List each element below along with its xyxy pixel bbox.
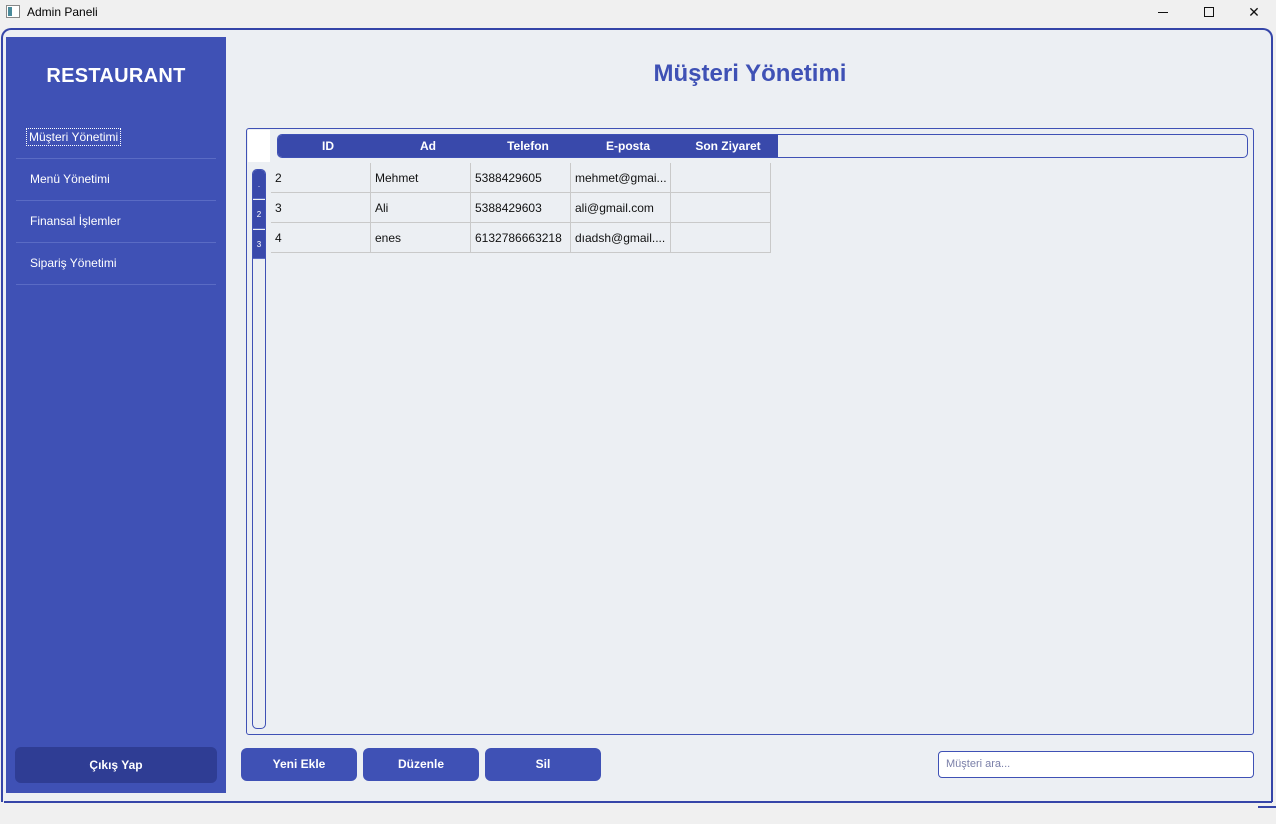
cell-son-ziyaret[interactable] [671,163,771,193]
sidebar: RESTAURANT Müşteri Yönetimi Menü Yönetim… [6,37,226,793]
table-corner-button[interactable] [248,130,270,162]
table-row[interactable]: 4 enes 6132786663218 dıadsh@gmail.... [271,223,772,253]
table-row[interactable]: 2 Mehmet 5388429605 mehmet@gmai... [271,163,772,193]
cell-id[interactable]: 3 [271,193,371,223]
column-header-eposta[interactable]: E-posta [578,135,678,157]
sidebar-item-menu-yonetimi[interactable]: Menü Yönetimi [16,159,216,201]
cell-ad[interactable]: Mehmet [371,163,471,193]
cell-ad[interactable]: Ali [371,193,471,223]
search-input[interactable]: Müşteri ara... [938,751,1254,778]
title-bar: Admin Paneli ✕ [0,0,1276,26]
cell-id[interactable]: 2 [271,163,371,193]
sidebar-item-finansal-islemler[interactable]: Finansal İşlemler [16,201,216,243]
maximize-button[interactable] [1186,0,1232,26]
logout-button[interactable]: Çıkış Yap [15,747,217,783]
minimize-button[interactable] [1140,0,1186,26]
table-header: ID Ad Telefon E-posta Son Ziyaret [277,134,1248,158]
page-title: Müşteri Yönetimi [653,60,847,87]
cell-telefon[interactable]: 5388429603 [471,193,571,223]
frame-bottom-border [4,801,1272,803]
cell-id[interactable]: 4 [271,223,371,253]
row-header[interactable]: 3 [253,230,265,259]
column-header-telefon[interactable]: Telefon [478,135,578,157]
row-header[interactable]: 2 [253,200,265,229]
cell-telefon[interactable]: 5388429605 [471,163,571,193]
column-header-son-ziyaret[interactable]: Son Ziyaret [678,135,778,157]
sidebar-item-label: Sipariş Yönetimi [30,256,117,270]
brand-title: RESTAURANT [46,65,186,87]
delete-button[interactable]: Sil [485,748,601,781]
row-header[interactable]: . [253,170,265,199]
cell-son-ziyaret[interactable] [671,223,771,253]
column-header-ad[interactable]: Ad [378,135,478,157]
sidebar-item-label: Müşteri Yönetimi [25,128,122,146]
cell-son-ziyaret[interactable] [671,193,771,223]
window-title: Admin Paneli [27,5,98,19]
cell-eposta[interactable]: mehmet@gmai... [571,163,671,193]
cell-eposta[interactable]: ali@gmail.com [571,193,671,223]
cell-ad[interactable]: enes [371,223,471,253]
table-row[interactable]: 3 Ali 5388429603 ali@gmail.com [271,193,772,223]
resize-grip[interactable] [1258,806,1276,808]
cell-eposta[interactable]: dıadsh@gmail.... [571,223,671,253]
sidebar-item-musteri-yonetimi[interactable]: Müşteri Yönetimi [16,117,216,159]
cell-telefon[interactable]: 6132786663218 [471,223,571,253]
add-button[interactable]: Yeni Ekle [241,748,357,781]
app-window-icon [6,5,20,18]
edit-button[interactable]: Düzenle [363,748,479,781]
minimize-icon [1158,12,1168,13]
sidebar-item-siparis-yonetimi[interactable]: Sipariş Yönetimi [16,243,216,285]
close-icon: ✕ [1248,4,1260,20]
customer-table[interactable]: ID Ad Telefon E-posta Son Ziyaret . 2 3 … [246,128,1254,735]
maximize-icon [1204,7,1214,17]
close-button[interactable]: ✕ [1231,0,1276,26]
column-header-id[interactable]: ID [278,135,378,157]
row-header-column: . 2 3 [252,169,266,729]
sidebar-item-label: Menü Yönetimi [30,172,110,186]
sidebar-item-label: Finansal İşlemler [30,214,121,228]
